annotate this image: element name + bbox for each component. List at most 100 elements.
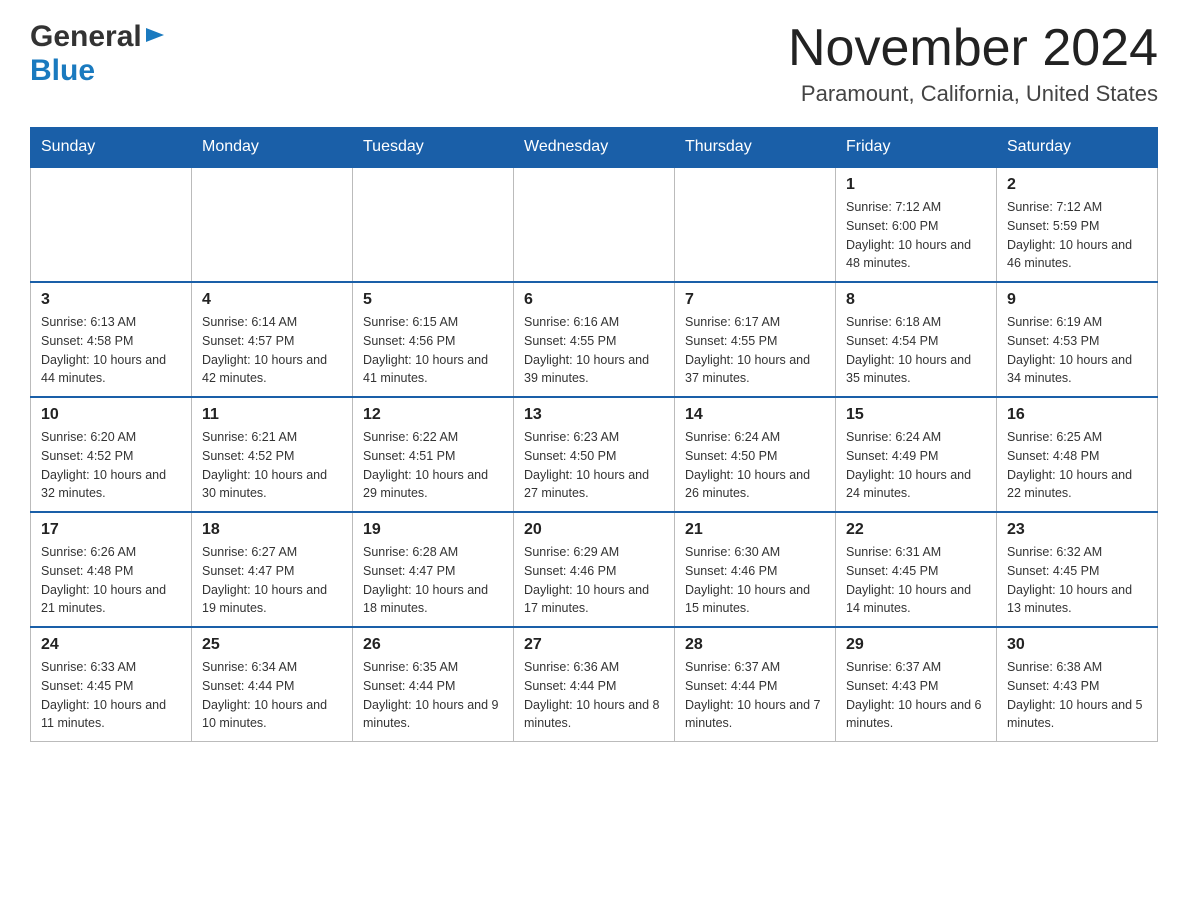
calendar-cell: 15 Sunrise: 6:24 AM Sunset: 4:49 PM Dayli… xyxy=(836,397,997,512)
day-number: 16 xyxy=(1007,406,1147,424)
calendar-cell: 5Sunrise: 6:15 AM Sunset: 4:56 PM Daylig… xyxy=(353,282,514,397)
calendar-cell: 30Sunrise: 6:38 AM Sunset: 4:43 PM Dayli… xyxy=(997,627,1158,742)
day-info: Sunrise: 7:12 AM Sunset: 5:59 PM Dayligh… xyxy=(1007,198,1147,273)
day-number: 13 xyxy=(524,406,664,424)
day-info: Sunrise: 6:27 AM Sunset: 4:47 PM Dayligh… xyxy=(202,543,342,618)
day-info: Sunrise: 6:33 AM Sunset: 4:45 PM Dayligh… xyxy=(41,658,181,733)
day-number: 14 xyxy=(685,406,825,424)
day-info: Sunrise: 6:24 AM Sunset: 4:49 PM Dayligh… xyxy=(846,428,986,503)
calendar-cell: 6 Sunrise: 6:16 AM Sunset: 4:55 PM Daylig… xyxy=(514,282,675,397)
calendar-cell: 23Sunrise: 6:32 AM Sunset: 4:45 PM Dayli… xyxy=(997,512,1158,627)
calendar-cell: 24 Sunrise: 6:33 AM Sunset: 4:45 PM Dayli… xyxy=(31,627,192,742)
calendar-cell: 19 Sunrise: 6:28 AM Sunset: 4:47 PM Dayli… xyxy=(353,512,514,627)
day-info: Sunrise: 6:22 AM Sunset: 4:51 PM Dayligh… xyxy=(363,428,503,503)
calendar-cell: 28 Sunrise: 6:37 AM Sunset: 4:44 PM Dayli… xyxy=(675,627,836,742)
day-info: Sunrise: 6:15 AM Sunset: 4:56 PM Dayligh… xyxy=(363,313,503,388)
weekday-header-sunday: Sunday xyxy=(31,128,192,168)
day-number: 22 xyxy=(846,521,986,539)
calendar-cell: 7 Sunrise: 6:17 AM Sunset: 4:55 PM Daylig… xyxy=(675,282,836,397)
day-info: Sunrise: 6:23 AM Sunset: 4:50 PM Dayligh… xyxy=(524,428,664,503)
week-row-3: 10Sunrise: 6:20 AM Sunset: 4:52 PM Dayli… xyxy=(31,397,1158,512)
weekday-header-monday: Monday xyxy=(192,128,353,168)
day-number: 29 xyxy=(846,636,986,654)
day-info: Sunrise: 6:37 AM Sunset: 4:43 PM Dayligh… xyxy=(846,658,986,733)
day-info: Sunrise: 6:24 AM Sunset: 4:50 PM Dayligh… xyxy=(685,428,825,503)
calendar-cell: 18 Sunrise: 6:27 AM Sunset: 4:47 PM Dayli… xyxy=(192,512,353,627)
day-info: Sunrise: 6:19 AM Sunset: 4:53 PM Dayligh… xyxy=(1007,313,1147,388)
weekday-header-row: SundayMondayTuesdayWednesdayThursdayFrid… xyxy=(31,128,1158,168)
day-number: 7 xyxy=(685,291,825,309)
day-info: Sunrise: 6:14 AM Sunset: 4:57 PM Dayligh… xyxy=(202,313,342,388)
title-section: November 2024 Paramount, California, Uni… xyxy=(788,20,1158,107)
calendar-cell: 13 Sunrise: 6:23 AM Sunset: 4:50 PM Dayli… xyxy=(514,397,675,512)
day-info: Sunrise: 6:32 AM Sunset: 4:45 PM Dayligh… xyxy=(1007,543,1147,618)
weekday-header-thursday: Thursday xyxy=(675,128,836,168)
calendar-cell: 25 Sunrise: 6:34 AM Sunset: 4:44 PM Dayli… xyxy=(192,627,353,742)
calendar-cell xyxy=(353,167,514,282)
calendar-cell: 29 Sunrise: 6:37 AM Sunset: 4:43 PM Dayli… xyxy=(836,627,997,742)
day-number: 27 xyxy=(524,636,664,654)
day-number: 30 xyxy=(1007,636,1147,654)
day-info: Sunrise: 6:26 AM Sunset: 4:48 PM Dayligh… xyxy=(41,543,181,618)
day-info: Sunrise: 6:16 AM Sunset: 4:55 PM Dayligh… xyxy=(524,313,664,388)
day-number: 26 xyxy=(363,636,503,654)
day-info: Sunrise: 6:28 AM Sunset: 4:47 PM Dayligh… xyxy=(363,543,503,618)
header: General Blue November 2024 Paramount, Ca… xyxy=(30,20,1158,107)
day-info: Sunrise: 6:17 AM Sunset: 4:55 PM Dayligh… xyxy=(685,313,825,388)
day-number: 4 xyxy=(202,291,342,309)
day-number: 3 xyxy=(41,291,181,309)
day-info: Sunrise: 6:31 AM Sunset: 4:45 PM Dayligh… xyxy=(846,543,986,618)
calendar-cell: 3 Sunrise: 6:13 AM Sunset: 4:58 PM Daylig… xyxy=(31,282,192,397)
day-number: 21 xyxy=(685,521,825,539)
day-info: Sunrise: 6:25 AM Sunset: 4:48 PM Dayligh… xyxy=(1007,428,1147,503)
day-info: Sunrise: 6:34 AM Sunset: 4:44 PM Dayligh… xyxy=(202,658,342,733)
day-number: 19 xyxy=(363,521,503,539)
day-number: 28 xyxy=(685,636,825,654)
calendar-cell: 14 Sunrise: 6:24 AM Sunset: 4:50 PM Dayli… xyxy=(675,397,836,512)
day-number: 1 xyxy=(846,176,986,194)
weekday-header-tuesday: Tuesday xyxy=(353,128,514,168)
logo-general-text: General xyxy=(30,20,142,54)
calendar-cell: 20 Sunrise: 6:29 AM Sunset: 4:46 PM Dayli… xyxy=(514,512,675,627)
logo-triangle-icon xyxy=(144,24,166,46)
calendar-table: SundayMondayTuesdayWednesdayThursdayFrid… xyxy=(30,127,1158,742)
calendar-cell xyxy=(192,167,353,282)
calendar-cell: 2 Sunrise: 7:12 AM Sunset: 5:59 PM Daylig… xyxy=(997,167,1158,282)
weekday-header-saturday: Saturday xyxy=(997,128,1158,168)
day-info: Sunrise: 6:37 AM Sunset: 4:44 PM Dayligh… xyxy=(685,658,825,733)
calendar-cell xyxy=(31,167,192,282)
logo-blue-text: Blue xyxy=(30,54,95,88)
calendar-cell: 9 Sunrise: 6:19 AM Sunset: 4:53 PM Daylig… xyxy=(997,282,1158,397)
day-info: Sunrise: 6:36 AM Sunset: 4:44 PM Dayligh… xyxy=(524,658,664,733)
calendar-cell: 16 Sunrise: 6:25 AM Sunset: 4:48 PM Dayli… xyxy=(997,397,1158,512)
day-number: 17 xyxy=(41,521,181,539)
logo: General Blue xyxy=(30,20,166,88)
day-number: 10 xyxy=(41,406,181,424)
weekday-header-friday: Friday xyxy=(836,128,997,168)
day-number: 20 xyxy=(524,521,664,539)
day-number: 2 xyxy=(1007,176,1147,194)
day-number: 18 xyxy=(202,521,342,539)
calendar-cell: 27 Sunrise: 6:36 AM Sunset: 4:44 PM Dayli… xyxy=(514,627,675,742)
calendar-cell: 26Sunrise: 6:35 AM Sunset: 4:44 PM Dayli… xyxy=(353,627,514,742)
day-number: 25 xyxy=(202,636,342,654)
day-number: 8 xyxy=(846,291,986,309)
calendar-cell xyxy=(514,167,675,282)
calendar-cell: 4 Sunrise: 6:14 AM Sunset: 4:57 PM Daylig… xyxy=(192,282,353,397)
day-number: 15 xyxy=(846,406,986,424)
calendar-cell: 1 Sunrise: 7:12 AM Sunset: 6:00 PM Daylig… xyxy=(836,167,997,282)
calendar-cell: 17 Sunrise: 6:26 AM Sunset: 4:48 PM Dayli… xyxy=(31,512,192,627)
calendar-cell: 22 Sunrise: 6:31 AM Sunset: 4:45 PM Dayli… xyxy=(836,512,997,627)
location-title: Paramount, California, United States xyxy=(788,81,1158,107)
day-info: Sunrise: 6:29 AM Sunset: 4:46 PM Dayligh… xyxy=(524,543,664,618)
calendar-cell: 11 Sunrise: 6:21 AM Sunset: 4:52 PM Dayli… xyxy=(192,397,353,512)
week-row-2: 3 Sunrise: 6:13 AM Sunset: 4:58 PM Daylig… xyxy=(31,282,1158,397)
calendar-cell: 21Sunrise: 6:30 AM Sunset: 4:46 PM Dayli… xyxy=(675,512,836,627)
day-number: 11 xyxy=(202,406,342,424)
day-number: 9 xyxy=(1007,291,1147,309)
day-number: 6 xyxy=(524,291,664,309)
day-info: Sunrise: 6:13 AM Sunset: 4:58 PM Dayligh… xyxy=(41,313,181,388)
day-number: 24 xyxy=(41,636,181,654)
day-info: Sunrise: 6:21 AM Sunset: 4:52 PM Dayligh… xyxy=(202,428,342,503)
day-info: Sunrise: 7:12 AM Sunset: 6:00 PM Dayligh… xyxy=(846,198,986,273)
